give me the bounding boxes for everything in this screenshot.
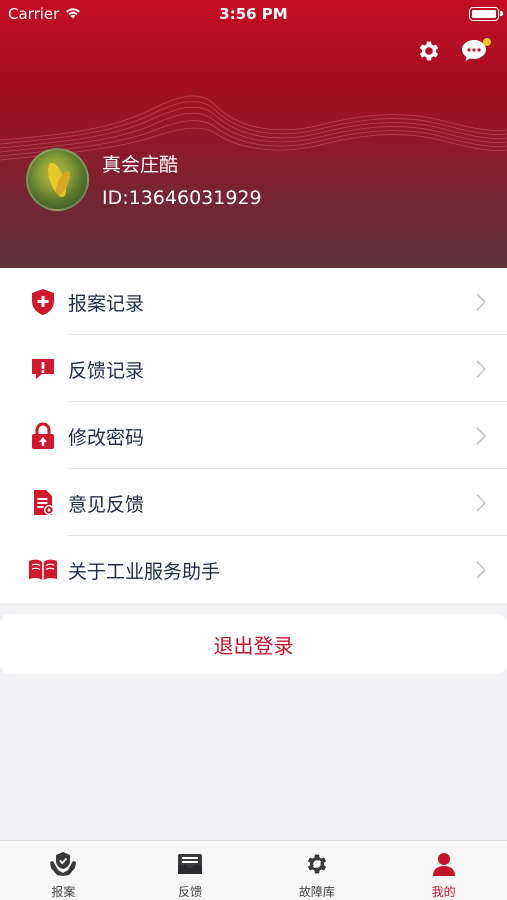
- user-id: ID:13646031929: [102, 187, 262, 209]
- tab-label: 反馈: [178, 885, 203, 899]
- hands-shield-icon: [49, 850, 77, 878]
- alert-message-icon: [28, 355, 58, 383]
- user-name: 真会庄酷: [102, 154, 179, 176]
- shield-plus-icon: [28, 288, 58, 316]
- tab-feedback[interactable]: 反馈: [127, 841, 254, 900]
- menu-item-about[interactable]: 关于工业服务助手: [0, 536, 507, 603]
- lock-icon: [28, 422, 58, 450]
- menu-item-label: 意见反馈: [68, 494, 145, 516]
- menu-list: 报案记录 反馈记录 修改密码 意见反馈 关于工业服务助手: [0, 268, 507, 603]
- menu-item-suggestions[interactable]: 意见反馈: [0, 469, 507, 536]
- menu-item-change-password[interactable]: 修改密码: [0, 402, 507, 469]
- tab-report[interactable]: 报案: [0, 841, 127, 900]
- avatar[interactable]: [26, 148, 89, 211]
- tab-fault-library[interactable]: 故障库: [254, 841, 381, 900]
- tab-label: 报案: [51, 885, 76, 899]
- tab-mine[interactable]: 我的: [380, 841, 507, 900]
- settings-button[interactable]: [414, 36, 444, 66]
- messages-button[interactable]: [459, 36, 491, 66]
- gear-wrench-icon: [303, 850, 331, 878]
- logout-button[interactable]: 退出登录: [0, 614, 507, 674]
- user-icon: [430, 850, 458, 878]
- tab-label: 故障库: [298, 885, 335, 899]
- status-time: 3:56 PM: [219, 5, 288, 23]
- chevron-right-icon: [476, 360, 487, 378]
- menu-item-label: 关于工业服务助手: [68, 561, 221, 583]
- inbox-mail-icon: [176, 850, 204, 878]
- menu-item-feedback-records[interactable]: 反馈记录: [0, 335, 507, 402]
- document-edit-icon: [28, 489, 58, 517]
- status-bar: Carrier 3:56 PM: [0, 0, 507, 28]
- profile-header: Carrier 3:56 PM 真会庄酷 ID:13646031929: [0, 0, 507, 268]
- menu-item-label: 报案记录: [68, 293, 145, 315]
- chevron-right-icon: [476, 293, 487, 311]
- gear-icon: [419, 41, 439, 61]
- tab-label: 我的: [431, 885, 456, 899]
- menu-item-label: 修改密码: [68, 427, 145, 449]
- book-icon: [28, 556, 58, 584]
- chevron-right-icon: [476, 561, 487, 579]
- notification-dot: [483, 38, 491, 46]
- chevron-right-icon: [476, 494, 487, 512]
- battery-icon: [469, 7, 503, 21]
- logout-label: 退出登录: [213, 633, 294, 658]
- menu-item-label: 反馈记录: [68, 360, 145, 382]
- tab-bar: 报案 反馈 故障库 我的: [0, 840, 507, 900]
- chevron-right-icon: [476, 427, 487, 445]
- menu-item-case-records[interactable]: 报案记录: [0, 268, 507, 335]
